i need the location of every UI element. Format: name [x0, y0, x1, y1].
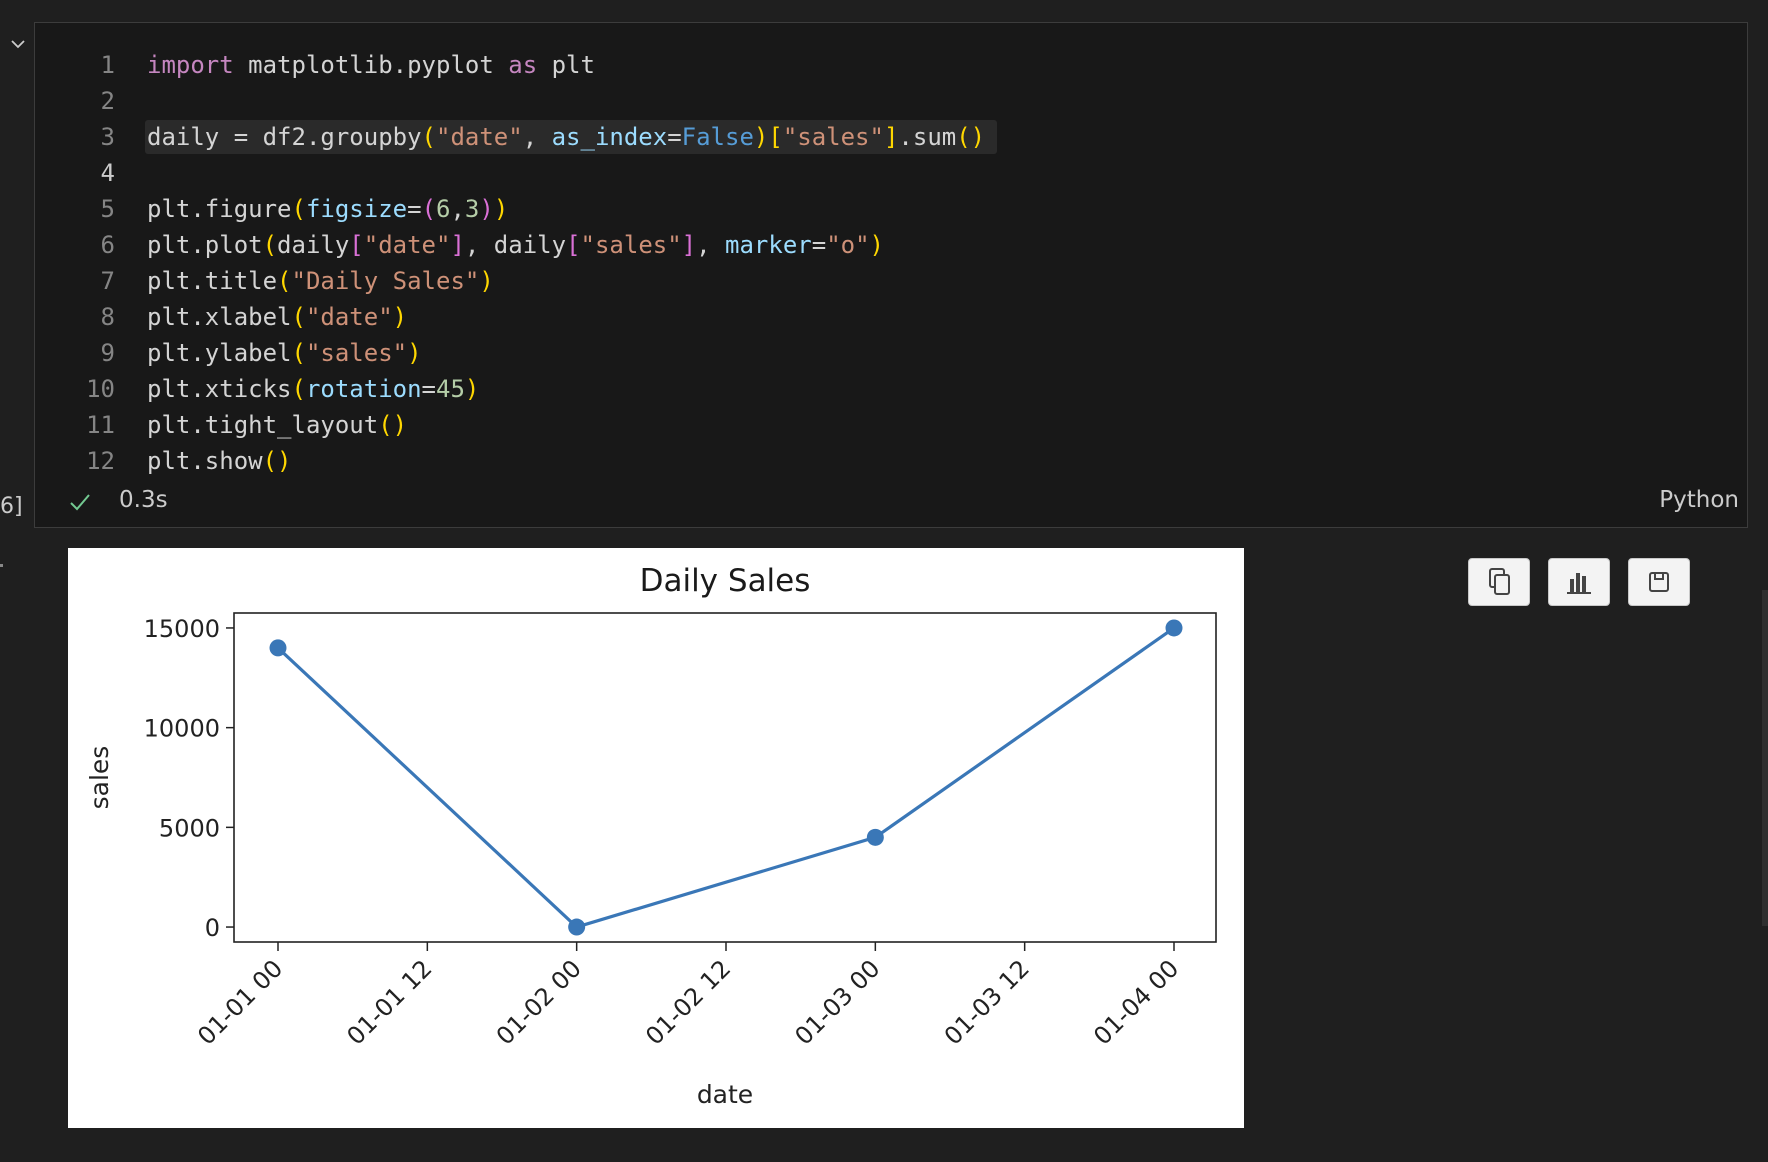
code-line[interactable]: 1 import matplotlib.pyplot as plt [35, 47, 595, 83]
line-code: daily = df2.groupby("date", as_index=Fal… [147, 123, 986, 151]
y-tick-label: 15000 [144, 615, 220, 643]
line-number: 4 [100, 159, 115, 187]
data-point [269, 639, 287, 657]
plot-output: Daily Sales 0 5000 10000 15000 01-01 00 01-01 … [68, 548, 1244, 1128]
plot-frame [233, 612, 1217, 943]
line-code: plt.ylabel("sales") [147, 339, 422, 367]
bar-chart-icon [1567, 573, 1591, 594]
open-chart-button[interactable] [1548, 558, 1610, 606]
line-number: 3 [100, 123, 115, 151]
save-icon [1649, 572, 1669, 592]
copy-icon [1489, 568, 1510, 595]
line-code: import matplotlib.pyplot as plt [147, 51, 595, 79]
code-line[interactable]: 4 [35, 155, 115, 191]
data-point [568, 918, 586, 936]
code-line[interactable]: 11 plt.tight_layout() [35, 407, 407, 443]
line-number: 8 [100, 303, 115, 331]
code-line[interactable]: 6 plt.plot(daily["date"], daily["sales"],… [35, 227, 884, 263]
x-tick-label: 01-02 00 [491, 954, 587, 1050]
cell-status-bar: 0.3s Python [35, 477, 1747, 527]
line-code: plt.plot(daily["date"], daily["sales"], … [147, 231, 884, 259]
y-tick-label: 0 [205, 914, 220, 942]
save-output-button[interactable] [1628, 558, 1690, 606]
line-chart: Daily Sales 0 5000 10000 15000 01-01 00 01-01 … [85, 563, 1217, 1109]
x-tick-label: 01-03 12 [939, 954, 1035, 1050]
code-line[interactable]: 9 plt.ylabel("sales") [35, 335, 422, 371]
chart-title: Daily Sales [640, 563, 811, 599]
x-tick-label: 01-03 00 [789, 954, 885, 1050]
line-number: 12 [86, 447, 115, 475]
check-icon [70, 494, 90, 511]
data-point [866, 828, 884, 846]
line-number: 5 [100, 195, 115, 223]
line-number: 10 [86, 375, 115, 403]
data-point [1165, 619, 1183, 637]
x-tick-label: 01-04 00 [1088, 954, 1184, 1050]
line-number: 9 [100, 339, 115, 367]
execution-time: 0.3s [119, 487, 168, 513]
series-line [276, 626, 1175, 929]
line-number: 11 [86, 411, 115, 439]
output-marker [0, 564, 3, 567]
scrollbar[interactable] [1762, 590, 1768, 926]
x-axis-label: date [697, 1080, 753, 1109]
line-code: plt.figure(figsize=(6,3)) [147, 195, 509, 223]
line-number: 2 [100, 87, 115, 115]
code-cell[interactable]: 1 import matplotlib.pyplot as plt 2 3 daily … [34, 22, 1748, 528]
code-editor[interactable]: 1 import matplotlib.pyplot as plt 2 3 daily … [35, 47, 997, 479]
code-line[interactable]: 2 [35, 83, 115, 119]
line-code: plt.xticks(rotation=45) [147, 375, 480, 403]
code-line[interactable]: 8 plt.xlabel("date") [35, 299, 408, 335]
line-number: 1 [100, 51, 115, 79]
x-tick-label: 01-01 00 [192, 954, 288, 1050]
line-code: plt.tight_layout() [147, 411, 408, 439]
line-number: 7 [100, 267, 115, 295]
execution-count: 6] [0, 494, 23, 519]
line-code: plt.title("Daily Sales") [147, 267, 494, 295]
line-code: plt.show() [147, 447, 292, 475]
code-line[interactable]: 7 plt.title("Daily Sales") [35, 263, 494, 299]
x-tick-label: 01-02 12 [640, 954, 736, 1050]
copy-output-button[interactable] [1468, 558, 1530, 606]
code-line[interactable]: 10 plt.xticks(rotation=45) [35, 371, 479, 407]
collapse-chevron-icon[interactable] [8, 34, 28, 54]
code-line[interactable]: 12 plt.show() [35, 443, 291, 479]
x-tick-label: 01-01 12 [341, 954, 437, 1050]
line-code: plt.xlabel("date") [147, 303, 408, 331]
y-tick-label: 10000 [144, 715, 220, 743]
line-number: 6 [100, 231, 115, 259]
code-line[interactable]: 5 plt.figure(figsize=(6,3)) [35, 191, 509, 227]
y-tick-label: 5000 [159, 814, 220, 842]
language-label[interactable]: Python [1659, 487, 1739, 513]
y-axis-label: sales [85, 746, 114, 810]
code-line[interactable]: 3 daily = df2.groupby("date", as_index=Fa… [35, 119, 997, 155]
